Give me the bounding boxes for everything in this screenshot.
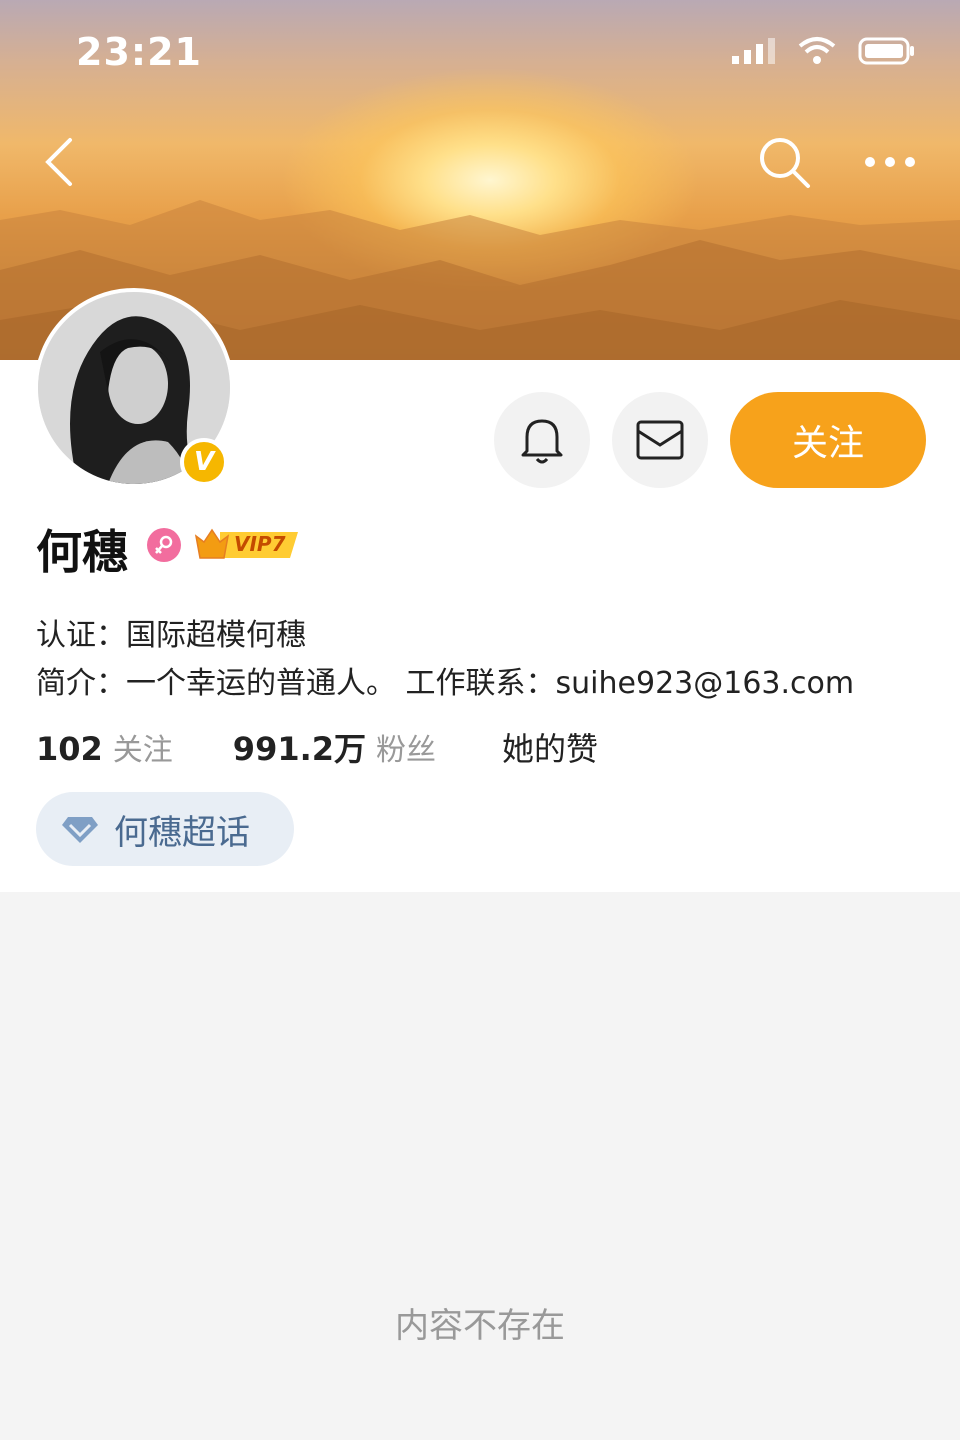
supertopic-label: 何穗超话 [114,812,250,853]
wifi-icon [798,37,836,64]
battery-icon [858,37,914,65]
female-icon [147,528,181,562]
likes-stat[interactable]: 她的赞 [502,724,598,770]
diamond-icon [62,817,98,843]
bell-icon [521,419,563,464]
likes-label: 她的赞 [502,730,599,768]
profile-name: 何穗 [36,525,128,579]
fans-label: 粉丝 [376,733,437,768]
verification-text: 认证：国际超模何穗 [36,618,306,653]
notification-bell-button[interactable] [494,392,590,488]
following-count: 102 [36,730,103,768]
supertopic-button[interactable]: 何穗超话 [36,792,294,866]
signal-icon [732,38,775,64]
message-button[interactable] [612,392,708,488]
back-icon[interactable] [40,136,80,188]
follow-button[interactable]: 关注 [730,392,926,488]
verified-badge: V [180,438,228,486]
fans-count: 991.2万 [232,730,367,768]
search-icon[interactable] [756,134,812,190]
bio-text: 简介：一个幸运的普通人。 工作联系：suihe923@163.com [36,666,855,701]
message-icon [636,420,684,460]
following-label: 关注 [112,733,173,768]
following-stat[interactable]: 102 关注 [36,725,173,769]
stats-row: 102 关注 991.2万 粉丝 她的赞 [36,724,598,770]
more-icon[interactable] [862,148,918,176]
vip-label: VIP7 [234,532,286,556]
vip-badge[interactable]: VIP7 [194,526,300,564]
status-time: 23:21 [76,30,202,74]
fans-stat[interactable]: 991.2万 粉丝 [233,724,436,770]
empty-content-message: 内容不存在 [395,1306,565,1346]
